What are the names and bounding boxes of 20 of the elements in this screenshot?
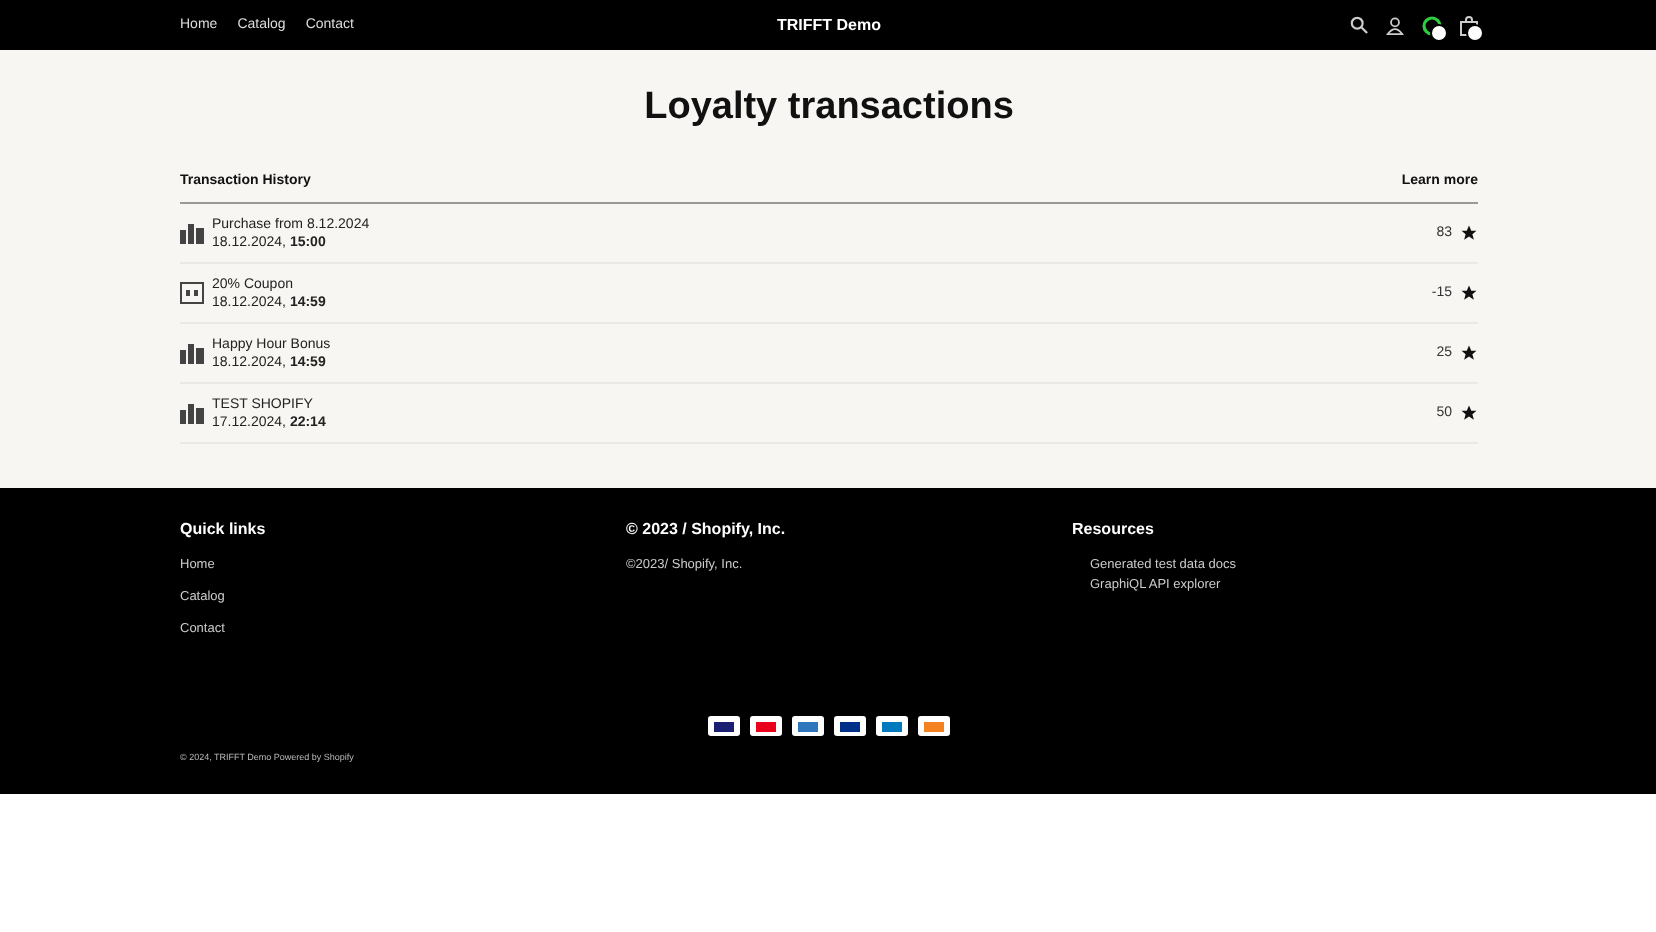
payment-icon bbox=[876, 716, 908, 736]
footer-heading: © 2023 / Shopify, Inc. bbox=[626, 520, 788, 538]
account-icon[interactable] bbox=[1386, 15, 1404, 35]
search-icon[interactable] bbox=[1350, 16, 1368, 34]
star-icon bbox=[1460, 284, 1478, 302]
store-name[interactable]: TRIFFT Demo bbox=[777, 16, 881, 34]
payment-icon bbox=[750, 716, 782, 736]
footer-heading: Quick links bbox=[180, 520, 268, 538]
payment-icon bbox=[918, 716, 950, 736]
footer-heading: Resources bbox=[1072, 520, 1156, 538]
page-title: Loyalty transactions bbox=[642, 86, 1016, 130]
payment-icon bbox=[708, 716, 740, 736]
payment-icon bbox=[834, 716, 866, 736]
star-icon bbox=[1460, 224, 1478, 242]
star-icon bbox=[1460, 404, 1478, 422]
payment-icon bbox=[792, 716, 824, 736]
star-icon bbox=[1460, 344, 1478, 362]
coupon-icon bbox=[180, 282, 204, 304]
loyalty-icon[interactable] bbox=[1422, 15, 1442, 35]
cart-icon[interactable] bbox=[1460, 15, 1478, 35]
